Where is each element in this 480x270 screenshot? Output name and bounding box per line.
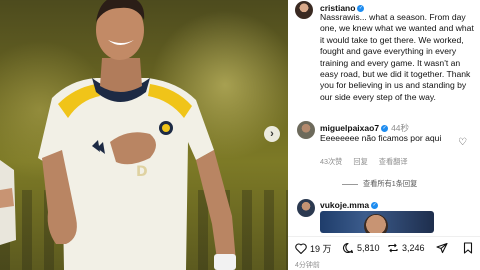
comment-image[interactable] <box>320 211 434 233</box>
author-avatar[interactable] <box>295 1 313 19</box>
comment-time: 44秒 <box>391 123 410 133</box>
repost-count: 3,246 <box>402 243 425 253</box>
post-timestamp: 4分钟前 <box>295 262 320 269</box>
send-button[interactable] <box>436 242 451 254</box>
comment-icon <box>342 242 354 254</box>
comment-button[interactable]: 5,810 <box>342 242 380 254</box>
svg-text:D: D <box>136 164 148 180</box>
comment-meta: 43次赞 回复 查看翻译 <box>320 157 417 167</box>
verified-icon: ✓ <box>381 125 389 133</box>
save-button[interactable] <box>463 242 476 254</box>
comment-count: 5,810 <box>357 243 380 253</box>
bookmark-icon <box>463 242 473 254</box>
action-bar: 19 万 5,810 3,246 <box>288 236 480 258</box>
like-count: 19 万 <box>310 244 332 254</box>
view-replies-button[interactable]: 查看所有1条回复 <box>342 179 417 189</box>
translate-button[interactable]: 查看翻译 <box>379 157 408 166</box>
reply-button[interactable]: 回复 <box>353 157 367 166</box>
commenter-username[interactable]: miguelpaixao7 <box>320 123 379 133</box>
post-photo: D › <box>0 0 288 270</box>
comment-text: Eeeeeeee não ficamos por aqui <box>320 133 442 143</box>
post-side-panel: cristiano ✓ Nassrawis... what a season. F… <box>288 0 480 270</box>
player-figure: D <box>0 0 236 270</box>
repost-icon <box>388 243 398 253</box>
post-caption: Nassrawis... what a season. From day one… <box>320 12 474 102</box>
comment-header: vukoje.mma ✓ <box>320 200 379 210</box>
heart-icon <box>295 243 307 254</box>
like-button[interactable]: 19 万 <box>295 242 332 255</box>
send-icon <box>436 242 448 254</box>
chevron-right-icon[interactable]: › <box>264 126 280 142</box>
repost-button[interactable]: 3,246 <box>387 242 425 254</box>
comment-likes[interactable]: 43次赞 <box>320 157 342 166</box>
commenter-avatar[interactable] <box>297 199 315 217</box>
commenter-avatar[interactable] <box>297 121 315 139</box>
verified-icon: ✓ <box>371 202 379 210</box>
heart-icon[interactable]: ♡ <box>458 137 467 148</box>
commenter-username[interactable]: vukoje.mma <box>320 200 369 210</box>
